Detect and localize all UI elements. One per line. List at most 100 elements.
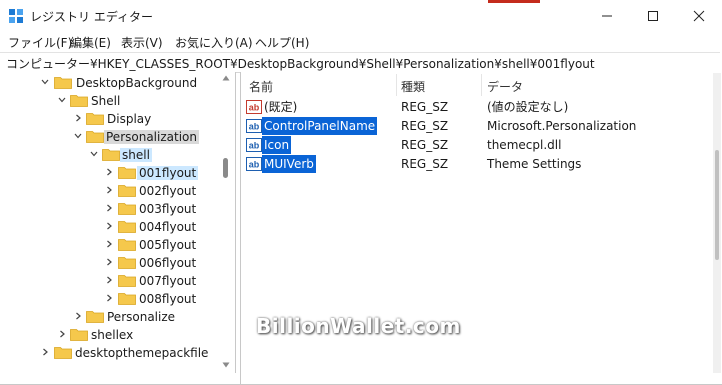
folder-icon: [54, 347, 72, 359]
close-button[interactable]: [676, 0, 722, 32]
values-scroll-thumb[interactable]: [715, 150, 719, 260]
value-data: Microsoft.Personalization: [487, 119, 637, 133]
folder-icon: [102, 149, 120, 161]
folder-icon: [86, 311, 104, 323]
chevron-down-icon[interactable]: [73, 131, 83, 141]
tree-item-004flyout[interactable]: 004flyout: [0, 218, 235, 236]
chevron-right-icon[interactable]: [40, 347, 50, 357]
tree-label: desktopthemepackfile: [75, 346, 209, 360]
value-data: themecpl.dll: [487, 138, 562, 152]
tree-item-personalize[interactable]: Personalize: [0, 308, 235, 326]
value-row[interactable]: ab (既定) REG_SZ (値の設定なし): [246, 98, 716, 116]
svg-text:ab: ab: [249, 103, 260, 113]
value-type: REG_SZ: [401, 157, 449, 171]
folder-icon: [86, 131, 104, 143]
folder-icon: [118, 203, 136, 215]
tree-item-003flyout[interactable]: 003flyout: [0, 200, 235, 218]
menu-help[interactable]: ヘルプ(H): [255, 34, 309, 51]
folder-icon: [118, 221, 136, 233]
column-header-name[interactable]: 名前: [249, 78, 273, 95]
column-header-type[interactable]: 種類: [401, 78, 425, 95]
value-row[interactable]: ab MUIVerb REG_SZ Theme Settings: [246, 155, 716, 173]
tree-item-personalization[interactable]: Personalization: [0, 128, 235, 146]
chevron-right-icon[interactable]: [57, 329, 67, 339]
scroll-down-icon[interactable]: [222, 362, 230, 368]
chevron-down-icon[interactable]: [40, 77, 50, 87]
window-title: レジストリ エディター: [30, 10, 153, 24]
tree-item-002flyout[interactable]: 002flyout: [0, 182, 235, 200]
address-path[interactable]: コンピューター¥HKEY_CLASSES_ROOT¥DesktopBackgro…: [6, 55, 595, 72]
tree-label: Personalization: [104, 130, 199, 144]
value-name: ControlPanelName: [262, 117, 378, 135]
tree-item-shellex[interactable]: shellex: [0, 326, 235, 344]
watermark: BillionWallet.com: [256, 314, 461, 338]
tree-label: DesktopBackground: [76, 76, 198, 90]
tree-item-006flyout[interactable]: 006flyout: [0, 254, 235, 272]
column-header-data[interactable]: データ: [487, 78, 523, 95]
svg-text:ab: ab: [249, 122, 260, 132]
chevron-right-icon[interactable]: [104, 221, 114, 231]
tree-scroll-thumb[interactable]: [223, 158, 228, 178]
reg-sz-icon: ab: [246, 100, 262, 114]
tree-scrollbar[interactable]: [219, 72, 233, 373]
chevron-right-icon[interactable]: [104, 203, 114, 213]
chevron-right-icon[interactable]: [104, 167, 114, 177]
tree-item-display[interactable]: Display: [0, 110, 235, 128]
regedit-icon: [9, 9, 23, 23]
menu-file[interactable]: ファイル(F): [8, 34, 72, 51]
tree-label: 004flyout: [139, 220, 197, 234]
value-type: REG_SZ: [401, 119, 449, 133]
column-divider[interactable]: [396, 74, 397, 96]
menu-view[interactable]: 表示(V): [121, 34, 163, 51]
tree-item-001flyout[interactable]: 001flyout: [0, 164, 235, 182]
tree-item-desktopthemepackfile[interactable]: desktopthemepackfile: [0, 344, 235, 362]
reg-sz-icon: ab: [246, 138, 262, 152]
value-row[interactable]: ab ControlPanelName REG_SZ Microsoft.Per…: [246, 117, 716, 135]
chevron-down-icon[interactable]: [57, 95, 67, 105]
chevron-right-icon[interactable]: [73, 113, 83, 123]
tree-item-desktopbackground[interactable]: DesktopBackground: [0, 74, 235, 92]
value-type: REG_SZ: [401, 138, 449, 152]
tree-item-shell-lower[interactable]: shell: [0, 146, 235, 164]
reg-sz-icon: ab: [246, 157, 262, 171]
tree-item-005flyout[interactable]: 005flyout: [0, 236, 235, 254]
value-row[interactable]: ab Icon REG_SZ themecpl.dll: [246, 136, 716, 154]
close-icon: [693, 10, 705, 22]
chevron-right-icon[interactable]: [73, 311, 83, 321]
minimize-button[interactable]: [584, 0, 630, 32]
chevron-right-icon[interactable]: [104, 293, 114, 303]
menu-edit[interactable]: 編集(E): [70, 34, 111, 51]
column-divider[interactable]: [481, 74, 482, 96]
folder-icon: [118, 293, 136, 305]
reg-sz-icon: ab: [246, 119, 262, 133]
tree-label: 001flyout: [137, 166, 199, 180]
chevron-right-icon[interactable]: [104, 275, 114, 285]
folder-icon: [118, 185, 136, 197]
key-tree-pane[interactable]: DesktopBackground Shell Display Personal…: [0, 72, 236, 373]
chevron-right-icon[interactable]: [104, 185, 114, 195]
value-data: (値の設定なし): [487, 100, 569, 114]
folder-icon: [86, 113, 104, 125]
menu-bar: ファイル(F) 編集(E) 表示(V) お気に入り(A) ヘルプ(H): [0, 32, 722, 52]
tree-item-shell[interactable]: Shell: [0, 92, 235, 110]
tree-item-008flyout[interactable]: 008flyout: [0, 290, 235, 308]
value-name: Icon: [262, 136, 292, 154]
folder-icon: [54, 77, 72, 89]
maximize-button[interactable]: [630, 0, 676, 32]
tree-item-007flyout[interactable]: 007flyout: [0, 272, 235, 290]
tree-label: 002flyout: [139, 184, 197, 198]
folder-icon: [118, 167, 136, 179]
chevron-right-icon[interactable]: [104, 257, 114, 267]
address-bar[interactable]: コンピューター¥HKEY_CLASSES_ROOT¥DesktopBackgro…: [0, 52, 720, 73]
folder-icon: [70, 329, 88, 341]
chevron-right-icon[interactable]: [104, 239, 114, 249]
chevron-down-icon[interactable]: [89, 149, 99, 159]
folder-icon: [118, 239, 136, 251]
accent-strip: [488, 0, 540, 3]
scroll-up-icon[interactable]: [222, 75, 230, 81]
svg-text:ab: ab: [249, 160, 260, 170]
value-type: REG_SZ: [401, 100, 449, 114]
tree-label: 008flyout: [139, 292, 197, 306]
tree-label: Display: [107, 112, 152, 126]
menu-favorites[interactable]: お気に入り(A): [175, 34, 253, 51]
